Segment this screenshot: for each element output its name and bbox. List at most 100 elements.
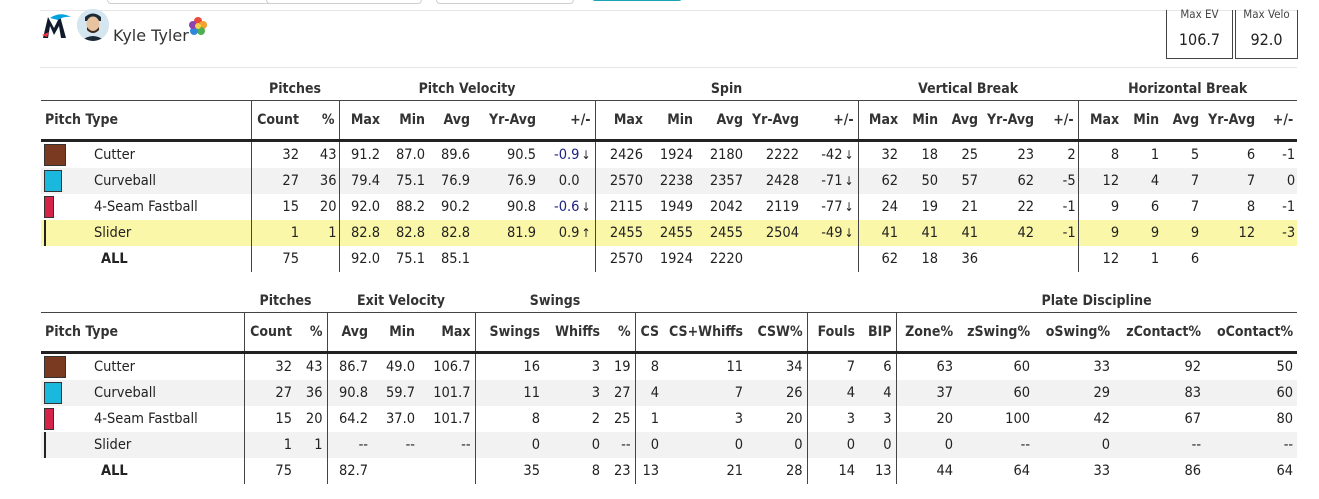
table-row[interactable]: Slider 1 1 82.8 82.8 82.8 81.9 0.9 ↑ 2455 2455 2455… xyxy=(41,220,1298,246)
cell-vbavg: 21 xyxy=(942,194,983,220)
col-header[interactable]: +/- xyxy=(1038,100,1079,142)
cell-vmax: 79.4 xyxy=(338,168,385,194)
col-header[interactable]: Max xyxy=(1077,100,1124,142)
max-velo-value: 92.0 xyxy=(1250,30,1283,49)
col-header[interactable]: +/- xyxy=(540,100,596,142)
col-header[interactable]: Yr-Avg xyxy=(747,100,804,142)
cell-savg: 2357 xyxy=(697,168,748,194)
table-row-all[interactable]: ALL 75 82.7 35 8 23 13 21 28 14 13 44 64 33 86 64 xyxy=(41,458,1298,484)
col-header[interactable]: Max xyxy=(594,100,648,142)
col-header[interactable]: Min xyxy=(647,100,698,142)
col-header[interactable]: Swings xyxy=(474,312,545,354)
col-header[interactable]: Count xyxy=(250,100,303,142)
cell-vbmin: 18 xyxy=(902,140,943,168)
col-header[interactable]: Max xyxy=(338,100,385,142)
cell-cswp: 20 xyxy=(747,406,808,432)
pitch-type-name: 4-Seam Fastball xyxy=(94,411,198,427)
cell-count: 75 xyxy=(250,246,303,272)
col-header[interactable]: Pitch Type xyxy=(41,312,244,354)
pitch-type-cell: Slider xyxy=(41,432,244,458)
col-header[interactable]: oContact% xyxy=(1205,312,1298,354)
col-header[interactable]: CS xyxy=(634,312,664,354)
table-row[interactable]: Cutter 32 43 91.2 87.0 89.6 90.5 -0.9 ↓ 2426 1924 2… xyxy=(41,140,1298,168)
col-header[interactable]: Avg xyxy=(942,100,983,142)
pitch-color-swatch xyxy=(44,144,66,166)
table-row[interactable]: Cutter 32 43 86.7 49.0 106.7 16 3 19 8 11 34 7 6 63 60 3… xyxy=(41,352,1298,380)
table-row[interactable]: Curveball 27 36 79.4 75.1 76.9 76.9 0.0 2570 2238… xyxy=(41,168,1298,194)
col-header[interactable]: Yr-Avg xyxy=(474,100,541,142)
cell-vmax: 91.2 xyxy=(338,140,385,168)
filter-dropdown-3[interactable] xyxy=(436,0,574,4)
cell-osw: 33 xyxy=(1034,352,1115,380)
table-row[interactable]: 4-Seam Fastball 15 20 92.0 88.2 90.2 90.8 -0.6 ↓… xyxy=(41,194,1298,220)
cell-pct xyxy=(303,246,340,272)
col-header[interactable]: BIP xyxy=(859,312,897,354)
table-row[interactable]: Slider 1 1 -- -- -- 0 0 -- 0 0 0 0 0 0 -- 0 -- -- xyxy=(41,432,1298,458)
rating-badge-icon xyxy=(189,17,207,35)
cell-fouls: 4 xyxy=(806,380,860,406)
col-header[interactable]: Min xyxy=(372,312,420,354)
diff-value: -42 xyxy=(821,147,843,163)
filter-dropdown-1[interactable] xyxy=(107,0,279,4)
cell-zsw: -- xyxy=(957,432,1035,458)
cell-count: 15 xyxy=(250,194,303,220)
col-header[interactable]: Whiffs xyxy=(544,312,605,354)
cell-count: 27 xyxy=(250,168,303,194)
col-header[interactable]: % xyxy=(303,100,340,142)
col-header[interactable]: Min xyxy=(1123,100,1164,142)
col-header[interactable]: zSwing% xyxy=(957,312,1035,354)
cell-vdiff xyxy=(540,246,596,272)
col-header[interactable]: Zone% xyxy=(895,312,958,354)
col-header[interactable]: Min xyxy=(902,100,943,142)
col-header[interactable]: Yr-Avg xyxy=(982,100,1039,142)
col-header[interactable]: % xyxy=(296,312,328,354)
col-header[interactable]: zContact% xyxy=(1114,312,1206,354)
filter-dropdown-2[interactable] xyxy=(266,0,422,4)
cell-hbyr xyxy=(1203,246,1260,272)
max-ev-value: 106.7 xyxy=(1178,30,1221,49)
col-header[interactable]: +/- xyxy=(1259,100,1298,142)
col-header[interactable]: Max xyxy=(419,312,476,354)
max-velo-label: Max Velo xyxy=(1243,7,1290,21)
cell-hbmin: 9 xyxy=(1123,220,1164,246)
col-header[interactable]: Avg xyxy=(429,100,475,142)
cell-hbmax: 12 xyxy=(1077,246,1124,272)
cell-hbdiff xyxy=(1259,246,1298,272)
cell-cswp: 34 xyxy=(747,352,808,380)
table-row[interactable]: 4-Seam Fastball 15 20 64.2 37.0 101.7 8 2 25 1 3 20… xyxy=(41,406,1298,432)
col-header[interactable]: CSW% xyxy=(747,312,808,354)
group-pitches: Pitches xyxy=(268,80,322,97)
table-row-all[interactable]: ALL 75 92.0 75.1 85.1 2570 1924 2220 62 18 36 12 1 6 xyxy=(41,246,1298,272)
cell-sdiff xyxy=(803,246,859,272)
col-header[interactable]: Avg xyxy=(697,100,748,142)
col-header[interactable]: Fouls xyxy=(806,312,860,354)
pitch-type-name: Curveball xyxy=(94,385,157,401)
cell-zsw: 60 xyxy=(957,352,1035,380)
col-header[interactable]: Yr-Avg xyxy=(1203,100,1260,142)
cell-wh: 2 xyxy=(544,406,605,432)
cell-hbmax: 9 xyxy=(1077,194,1124,220)
col-header[interactable]: +/- xyxy=(803,100,859,142)
col-header[interactable]: Min xyxy=(384,100,430,142)
divider xyxy=(40,10,1297,11)
cell-vyr: 81.9 xyxy=(474,220,541,246)
col-header[interactable]: Max xyxy=(857,100,903,142)
pitch-color-swatch xyxy=(44,220,46,246)
col-header[interactable]: Count xyxy=(243,312,296,354)
col-header[interactable]: oSwing% xyxy=(1034,312,1115,354)
col-header[interactable]: Pitch Type xyxy=(41,100,251,142)
col-header[interactable]: % xyxy=(604,312,636,354)
col-header[interactable]: CS+Whiffs xyxy=(663,312,748,354)
col-header[interactable]: Avg xyxy=(1163,100,1204,142)
col-header[interactable]: Avg xyxy=(326,312,373,354)
arrow-down-icon: ↓ xyxy=(844,226,854,240)
apply-button[interactable] xyxy=(592,0,682,1)
cell-vbmax: 24 xyxy=(857,194,903,220)
cell-vbyr: 22 xyxy=(982,194,1039,220)
cell-whp: 19 xyxy=(604,352,636,380)
cell-zone: 63 xyxy=(895,352,958,380)
cell-hbmax: 12 xyxy=(1077,168,1124,194)
table-row[interactable]: Curveball 27 36 90.8 59.7 101.7 11 3 27 4 7 26 4 4 37 6… xyxy=(41,380,1298,406)
cell-pct: 43 xyxy=(303,140,340,168)
cell-vmax: 92.0 xyxy=(338,194,385,220)
